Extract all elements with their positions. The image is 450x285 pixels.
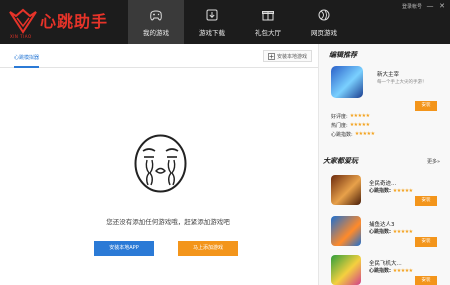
- rating-stars: ★★★★★: [349, 113, 370, 119]
- game-index: 心跳指数: ★★★★★: [369, 267, 413, 274]
- nav-label: 网页游戏: [311, 29, 337, 37]
- index-stars: ★★★★★: [392, 229, 413, 235]
- heart-logo-icon: [9, 8, 37, 34]
- tab-bar: 心跳模拟器 安装本地游戏: [0, 44, 318, 68]
- crying-face-icon: [134, 134, 187, 193]
- game-name[interactable]: 全民奇迹...: [369, 179, 396, 187]
- game-index: 心跳指数: ★★★★★: [369, 187, 413, 194]
- install-local-label: 安装本地游戏: [276, 53, 307, 60]
- brand-name: 心跳助手: [40, 12, 109, 31]
- sidebar: 编辑推荐 新大主宰 每一个手上大尖的手游！ 安装 好评度: ★★★★★ 热门度:…: [318, 44, 450, 285]
- popular-section-title: 大家都爱玩: [323, 157, 358, 165]
- rating-label: 好评度:: [331, 114, 348, 120]
- index-label: 心跳指数:: [369, 229, 391, 235]
- list-item: 全民奇迹... 心跳指数: ★★★★★ 安装: [331, 175, 450, 211]
- index-stars: ★★★★★: [392, 188, 413, 194]
- featured-game-thumbnail[interactable]: [331, 66, 363, 98]
- install-button[interactable]: 安装: [415, 237, 437, 247]
- nav-my-games[interactable]: 我的游戏: [128, 0, 184, 44]
- add-game-button[interactable]: 马上添加游戏: [178, 241, 238, 256]
- rating-label: 心跳指数:: [331, 132, 353, 138]
- rating-label: 热门度:: [331, 123, 348, 129]
- close-button[interactable]: ✕: [438, 2, 446, 10]
- install-local-app-button[interactable]: 安装本地APP: [94, 241, 154, 256]
- tab-emulator[interactable]: 心跳模拟器: [14, 54, 40, 68]
- index-label: 心跳指数:: [369, 188, 391, 194]
- featured-install-button[interactable]: 安装: [415, 101, 437, 111]
- title-bar: 心跳助手 XIN TIAO 我的游戏 游戏下载 礼包大厅 网页游戏 登录帐号 —…: [0, 0, 450, 44]
- featured-game-name[interactable]: 新大主宰: [377, 70, 399, 78]
- list-item: 捕鱼达人3 心跳指数: ★★★★★ 安装: [331, 216, 450, 252]
- game-thumbnail[interactable]: [331, 216, 361, 246]
- index-stars: ★★★★★: [392, 268, 413, 274]
- nav-web-games[interactable]: 网页游戏: [296, 0, 352, 44]
- nav-label: 游戏下载: [199, 29, 225, 37]
- nav-game-download[interactable]: 游戏下载: [184, 0, 240, 44]
- install-button[interactable]: 安装: [415, 276, 437, 285]
- rating-stars: ★★★★★: [354, 131, 375, 137]
- rating-heartbeat-index: 心跳指数: ★★★★★: [331, 131, 375, 138]
- more-link[interactable]: 更多»: [427, 158, 440, 165]
- download-icon: [206, 9, 218, 21]
- main-panel: 心跳模拟器 安装本地游戏 您还没有添加任何游戏哦，赶紧添加游戏吧 安装本地APP…: [0, 44, 318, 285]
- install-icon: [268, 52, 275, 60]
- rating-approval: 好评度: ★★★★★: [331, 113, 370, 120]
- install-local-game-button[interactable]: 安装本地游戏: [262, 50, 312, 62]
- nav-gift-hall[interactable]: 礼包大厅: [240, 0, 296, 44]
- empty-state-message: 您还没有添加任何游戏哦，赶紧添加游戏吧: [106, 218, 230, 226]
- rating-popularity: 热门度: ★★★★★: [331, 122, 370, 129]
- gift-icon: [262, 11, 274, 21]
- nav-label: 礼包大厅: [255, 29, 281, 37]
- globe-icon: [318, 9, 330, 21]
- login-link[interactable]: 登录帐号: [402, 3, 422, 10]
- window-controls: 登录帐号 — ✕: [402, 2, 446, 10]
- nav-label: 我的游戏: [143, 29, 169, 37]
- featured-game-description: 每一个手上大尖的手游！: [377, 80, 427, 85]
- gamepad-icon: [150, 10, 162, 21]
- game-thumbnail[interactable]: [331, 175, 361, 205]
- app-logo: 心跳助手 XIN TIAO: [4, 4, 122, 42]
- brand-subtitle: XIN TIAO: [10, 34, 32, 39]
- game-thumbnail[interactable]: [331, 255, 361, 285]
- list-item: 全民飞机大... 心跳指数: ★★★★★ 安装: [331, 255, 450, 285]
- featured-section-title: 编辑推荐: [329, 51, 357, 59]
- minimize-button[interactable]: —: [426, 2, 434, 10]
- main-nav: 我的游戏 游戏下载 礼包大厅 网页游戏: [128, 0, 352, 44]
- index-label: 心跳指数:: [369, 268, 391, 274]
- install-button[interactable]: 安装: [415, 196, 437, 206]
- game-name[interactable]: 捕鱼达人3: [369, 220, 395, 228]
- game-index: 心跳指数: ★★★★★: [369, 228, 413, 235]
- game-name[interactable]: 全民飞机大...: [369, 259, 402, 267]
- rating-stars: ★★★★★: [349, 122, 370, 128]
